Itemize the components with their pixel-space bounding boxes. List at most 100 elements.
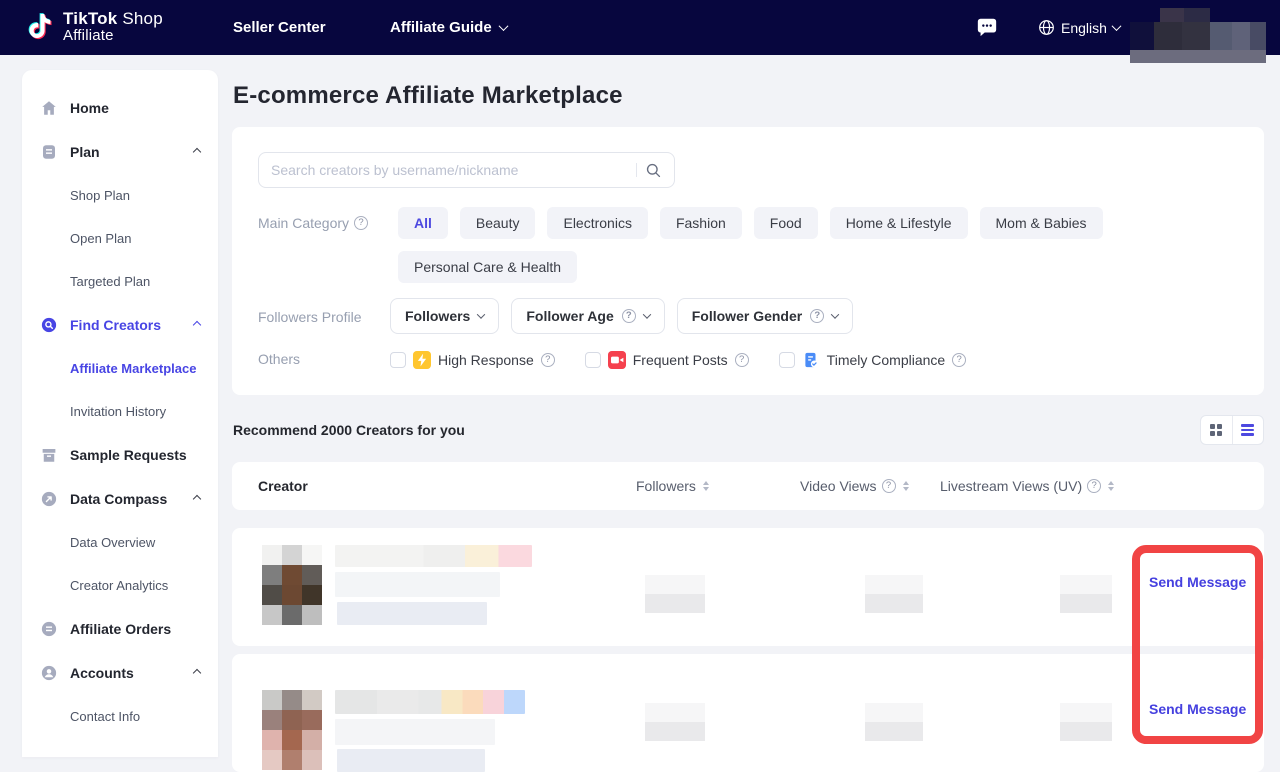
top-navbar: TikTok Shop Affiliate Seller Center Affi…: [0, 0, 1280, 55]
sidebar-item-data-compass[interactable]: Data Compass: [22, 477, 218, 521]
creator-info-redacted: [335, 719, 495, 745]
category-chip-electronics[interactable]: Electronics: [547, 207, 647, 239]
help-icon[interactable]: [354, 216, 368, 230]
nav-seller-center-label: Seller Center: [233, 19, 326, 36]
send-message-button[interactable]: Send Message: [1149, 701, 1246, 717]
help-icon[interactable]: [810, 309, 824, 323]
category-chip-food[interactable]: Food: [754, 207, 818, 239]
creator-search[interactable]: [258, 152, 675, 188]
follower-gender-dropdown[interactable]: Follower Gender: [677, 298, 853, 334]
chevron-down-icon: [1111, 21, 1121, 31]
help-icon[interactable]: [952, 353, 966, 367]
chevron-up-icon: [193, 321, 201, 329]
creator-tags-redacted: [337, 749, 485, 772]
chevron-up-icon: [193, 495, 201, 503]
video-icon: [608, 351, 626, 369]
tiktok-note-icon: [28, 13, 54, 41]
sidebar-item-affiliate-marketplace[interactable]: Affiliate Marketplace: [22, 347, 218, 390]
chevron-up-icon: [193, 148, 201, 156]
chat-bubble-icon[interactable]: [976, 16, 998, 38]
category-chip-beauty[interactable]: Beauty: [460, 207, 536, 239]
sidebar-item-contact-info[interactable]: Contact Info: [22, 695, 218, 738]
category-chip-all[interactable]: All: [398, 207, 448, 239]
follower-age-dropdown[interactable]: Follower Age: [511, 298, 664, 334]
followers-value-redacted: [645, 703, 705, 741]
sidebar-item-shop-plan[interactable]: Shop Plan: [22, 174, 218, 217]
filter-panel: Main Category All Beauty Electronics Fas…: [232, 127, 1264, 395]
globe-icon: [1038, 19, 1055, 36]
grid-view-icon[interactable]: [1201, 416, 1232, 444]
sidebar-item-targeted-plan[interactable]: Targeted Plan: [22, 260, 218, 303]
search-input[interactable]: [271, 162, 628, 178]
help-icon[interactable]: [622, 309, 636, 323]
column-followers[interactable]: Followers: [636, 462, 709, 510]
livestream-views-value-redacted: [1060, 575, 1112, 613]
creator-row: Send Message: [232, 528, 1264, 646]
sort-icon[interactable]: [703, 481, 709, 491]
others-filters: High Response Frequent Posts Timely Comp…: [390, 347, 966, 373]
language-label: English: [1061, 20, 1107, 36]
main-category-label: Main Category: [258, 215, 368, 231]
sidebar-item-home[interactable]: Home: [22, 86, 218, 130]
timely-compliance-checkbox[interactable]: [779, 352, 795, 368]
nav-seller-center[interactable]: Seller Center: [233, 0, 326, 55]
box-icon: [40, 446, 58, 464]
sidebar-item-open-plan[interactable]: Open Plan: [22, 217, 218, 260]
creator-info-redacted: [335, 572, 500, 597]
help-icon[interactable]: [541, 353, 555, 367]
high-response-checkbox[interactable]: [390, 352, 406, 368]
account-icon: [40, 664, 58, 682]
chevron-down-icon: [643, 310, 651, 318]
sidebar-item-creator-analytics[interactable]: Creator Analytics: [22, 564, 218, 607]
sidebar-item-find-creators[interactable]: Find Creators: [22, 303, 218, 347]
sidebar-item-sample-requests[interactable]: Sample Requests: [22, 433, 218, 477]
tiktok-shop-affiliate-logo[interactable]: TikTok Shop Affiliate: [28, 9, 163, 45]
sidebar-item-affiliate-orders[interactable]: Affiliate Orders: [22, 607, 218, 651]
lightning-icon: [413, 351, 431, 369]
sidebar-item-accounts[interactable]: Accounts: [22, 651, 218, 695]
chevron-down-icon: [477, 310, 485, 318]
sidebar-item-invitation-history[interactable]: Invitation History: [22, 390, 218, 433]
send-message-button[interactable]: Send Message: [1149, 574, 1246, 590]
nav-affiliate-guide[interactable]: Affiliate Guide: [390, 0, 507, 55]
creator-row: Send Message: [232, 654, 1264, 772]
category-chip-home-lifestyle[interactable]: Home & Lifestyle: [830, 207, 968, 239]
category-chip-personal-care-health[interactable]: Personal Care & Health: [398, 251, 577, 283]
creator-tags-redacted: [337, 602, 487, 625]
category-chip-fashion[interactable]: Fashion: [660, 207, 742, 239]
frequent-posts-checkbox[interactable]: [585, 352, 601, 368]
followers-profile-dropdowns: Followers Follower Age Follower Gender: [390, 298, 853, 334]
chevron-down-icon: [831, 310, 839, 318]
search-icon[interactable]: [645, 162, 662, 179]
video-views-value-redacted: [865, 575, 923, 613]
sort-icon[interactable]: [1108, 481, 1114, 491]
chevron-down-icon: [498, 21, 508, 31]
column-video-views[interactable]: Video Views: [800, 462, 909, 510]
help-icon[interactable]: [735, 353, 749, 367]
home-icon: [40, 99, 58, 117]
followers-profile-label: Followers Profile: [258, 309, 361, 325]
help-icon[interactable]: [1087, 479, 1101, 493]
followers-dropdown[interactable]: Followers: [390, 298, 499, 334]
divider: [636, 163, 637, 177]
plan-icon: [40, 143, 58, 161]
sort-icon[interactable]: [903, 481, 909, 491]
orders-icon: [40, 620, 58, 638]
creator-name-redacted[interactable]: [335, 690, 525, 714]
account-avatar-redacted[interactable]: [1130, 8, 1266, 55]
table-header: Creator Followers Video Views Livestream…: [232, 462, 1264, 510]
language-selector[interactable]: English: [1038, 0, 1120, 55]
sidebar-item-data-overview[interactable]: Data Overview: [22, 521, 218, 564]
column-livestream-views[interactable]: Livestream Views (UV): [940, 462, 1114, 510]
creator-avatar-redacted[interactable]: [262, 545, 322, 625]
list-view-icon[interactable]: [1232, 416, 1264, 444]
category-chip-mom-babies[interactable]: Mom & Babies: [980, 207, 1103, 239]
creator-name-redacted[interactable]: [335, 545, 532, 567]
view-toggle: [1200, 415, 1264, 445]
help-icon[interactable]: [882, 479, 896, 493]
creator-avatar-redacted[interactable]: [262, 690, 322, 770]
nav-affiliate-guide-label: Affiliate Guide: [390, 19, 492, 36]
recommend-row: Recommend 2000 Creators for you: [233, 415, 1264, 445]
sidebar-item-plan[interactable]: Plan: [22, 130, 218, 174]
category-chips: All Beauty Electronics Fashion Food Home…: [398, 207, 1198, 283]
